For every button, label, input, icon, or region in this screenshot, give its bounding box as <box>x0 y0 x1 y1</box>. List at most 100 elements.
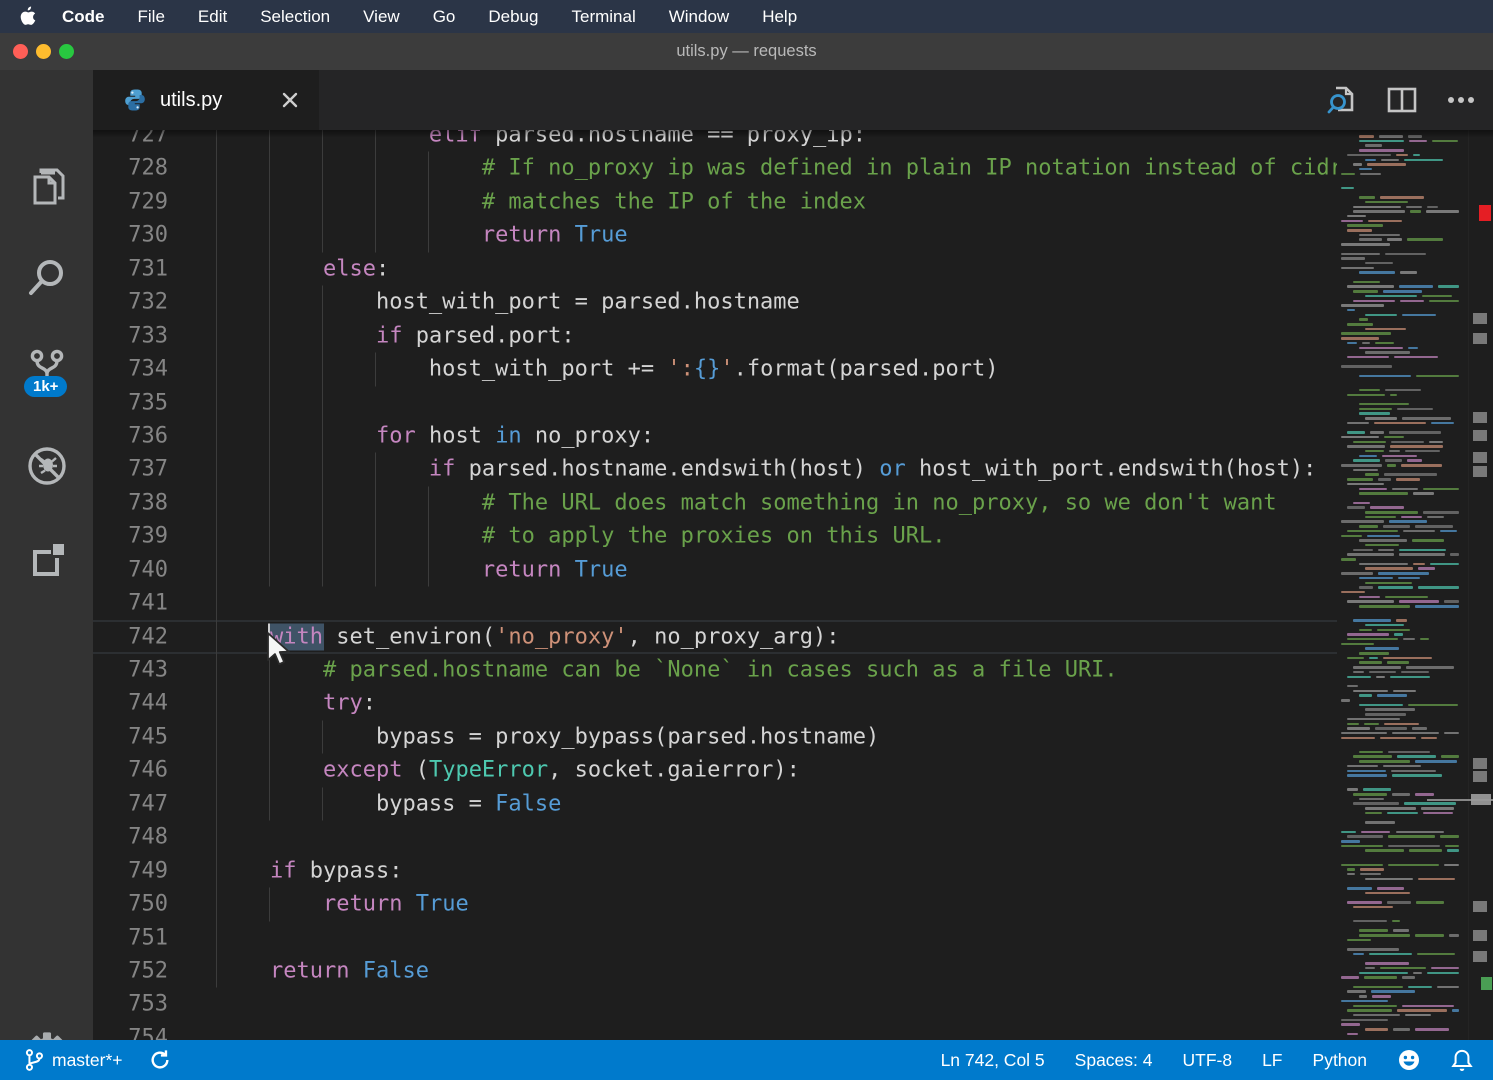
menu-item-debug[interactable]: Debug <box>488 7 538 27</box>
line-number: 742 <box>93 620 216 653</box>
feedback-button[interactable] <box>1397 1048 1421 1072</box>
text-cursor <box>268 623 271 650</box>
close-window-button[interactable] <box>13 44 28 59</box>
code-line-740[interactable]: 740 return True <box>93 553 1337 586</box>
line-content <box>216 1021 1337 1040</box>
language-mode-status[interactable]: Python <box>1313 1050 1367 1071</box>
code-line-741[interactable]: 741 <box>93 587 1337 620</box>
ruler-marker-error <box>1479 205 1491 221</box>
ruler-marker-gray <box>1473 430 1487 441</box>
menu-item-file[interactable]: File <box>138 7 165 27</box>
ruler-marker-gray <box>1473 771 1487 782</box>
ruler-marker-green <box>1481 977 1492 990</box>
code-line-746[interactable]: 746 except (TypeError, socket.gaierror): <box>93 754 1337 787</box>
editor-actions <box>1327 70 1475 130</box>
sidebar-item-debug[interactable] <box>0 444 93 493</box>
tab-utils-py[interactable]: utils.py <box>93 70 319 130</box>
cursor-position-status[interactable]: Ln 742, Col 5 <box>941 1050 1045 1071</box>
line-number: 746 <box>93 754 216 787</box>
code-editor[interactable]: 727 elif parsed.hostname == proxy_ip:728… <box>93 130 1493 1040</box>
menu-item-go[interactable]: Go <box>433 7 456 27</box>
menu-item-view[interactable]: View <box>363 7 400 27</box>
code-line-752[interactable]: 752 return False <box>93 954 1337 987</box>
code-line-727[interactable]: 727 elif parsed.hostname == proxy_ip: <box>93 130 1337 152</box>
more-actions-icon[interactable] <box>1447 96 1475 104</box>
minimize-window-button[interactable] <box>36 44 51 59</box>
code-line-748[interactable]: 748 <box>93 821 1337 854</box>
line-content: with set_environ('no_proxy', no_proxy_ar… <box>216 620 1337 653</box>
code-line-747[interactable]: 747 bypass = False <box>93 787 1337 820</box>
branch-name: master*+ <box>52 1050 123 1071</box>
code-line-743[interactable]: 743 # parsed.hostname can be `None` in c… <box>93 654 1337 687</box>
apple-menu-icon[interactable] <box>18 6 36 27</box>
minimap-cursor-line <box>1427 799 1493 801</box>
sidebar-item-search[interactable] <box>0 256 93 303</box>
line-number: 751 <box>93 921 216 954</box>
line-content: return True <box>216 219 1337 252</box>
code-line-754[interactable]: 754 <box>93 1021 1337 1040</box>
code-line-750[interactable]: 750 return True <box>93 888 1337 921</box>
line-content <box>216 921 1337 954</box>
menu-item-window[interactable]: Window <box>669 7 729 27</box>
code-line-745[interactable]: 745 bypass = proxy_bypass(parsed.hostnam… <box>93 720 1337 753</box>
sidebar-item-explorer[interactable] <box>0 166 93 213</box>
notifications-button[interactable] <box>1451 1048 1473 1072</box>
ruler-marker-gray <box>1473 951 1487 962</box>
code-line-742[interactable]: 742 with set_environ('no_proxy', no_prox… <box>93 620 1337 653</box>
activity-bar: 1k+ <box>0 70 93 1040</box>
file-search-icon[interactable] <box>1327 84 1357 116</box>
line-content: # The URL does match something in no_pro… <box>216 486 1337 519</box>
ruler-marker-gray <box>1473 758 1487 769</box>
code-line-737[interactable]: 737 if parsed.hostname.endswith(host) or… <box>93 453 1337 486</box>
code-line-751[interactable]: 751 <box>93 921 1337 954</box>
code-line-729[interactable]: 729 # matches the IP of the index <box>93 185 1337 218</box>
menu-item-code[interactable]: Code <box>62 7 105 27</box>
menu-item-help[interactable]: Help <box>762 7 797 27</box>
split-editor-icon[interactable] <box>1387 87 1417 113</box>
sidebar-item-extensions[interactable] <box>0 536 93 585</box>
ruler-marker-gray <box>1473 412 1487 423</box>
search-icon <box>26 256 68 303</box>
code-line-731[interactable]: 731 else: <box>93 252 1337 285</box>
sidebar-item-source-control[interactable]: 1k+ <box>0 348 93 393</box>
line-content: bypass = proxy_bypass(parsed.hostname) <box>216 720 1337 753</box>
code-line-730[interactable]: 730 return True <box>93 219 1337 252</box>
overview-ruler[interactable] <box>1468 130 1493 1040</box>
line-content: if parsed.hostname.endswith(host) or hos… <box>216 453 1337 486</box>
git-branch-status[interactable]: master*+ <box>24 1048 123 1072</box>
line-content: try: <box>216 687 1337 720</box>
minimap[interactable] <box>1337 130 1468 1040</box>
line-content: else: <box>216 252 1337 285</box>
code-line-735[interactable]: 735 <box>93 386 1337 419</box>
line-number: 752 <box>93 954 216 987</box>
menu-item-edit[interactable]: Edit <box>198 7 227 27</box>
sync-button[interactable] <box>149 1049 171 1071</box>
code-line-738[interactable]: 738 # The URL does match something in no… <box>93 486 1337 519</box>
line-content: return True <box>216 888 1337 921</box>
code-line-728[interactable]: 728 # If no_proxy ip was defined in plai… <box>93 152 1337 185</box>
line-number: 731 <box>93 252 216 285</box>
tab-label: utils.py <box>160 89 268 112</box>
code-line-734[interactable]: 734 host_with_port += ':{}'.format(parse… <box>93 353 1337 386</box>
maximize-window-button[interactable] <box>59 44 74 59</box>
code-line-732[interactable]: 732 host_with_port = parsed.hostname <box>93 286 1337 319</box>
line-content: # to apply the proxies on this URL. <box>216 520 1337 553</box>
menu-item-selection[interactable]: Selection <box>260 7 330 27</box>
line-content: # parsed.hostname can be `None` in cases… <box>216 654 1337 687</box>
line-number: 727 <box>93 130 216 152</box>
code-pane[interactable]: 727 elif parsed.hostname == proxy_ip:728… <box>93 130 1337 1040</box>
code-line-733[interactable]: 733 if parsed.port: <box>93 319 1337 352</box>
code-line-744[interactable]: 744 try: <box>93 687 1337 720</box>
close-icon[interactable] <box>281 91 299 109</box>
code-line-749[interactable]: 749 if bypass: <box>93 854 1337 887</box>
code-line-739[interactable]: 739 # to apply the proxies on this URL. <box>93 520 1337 553</box>
menu-items: Code File Edit Selection View Go Debug Terminal… <box>62 7 830 27</box>
code-line-753[interactable]: 753 <box>93 988 1337 1021</box>
encoding-status[interactable]: UTF-8 <box>1183 1050 1233 1071</box>
menu-item-terminal[interactable]: Terminal <box>571 7 635 27</box>
eol-status[interactable]: LF <box>1262 1050 1282 1071</box>
bell-icon <box>1451 1048 1473 1072</box>
code-line-736[interactable]: 736 for host in no_proxy: <box>93 419 1337 452</box>
indentation-status[interactable]: Spaces: 4 <box>1075 1050 1153 1071</box>
status-bar: master*+ Ln 742, Col 5 Spaces: 4 UTF-8 L… <box>0 1040 1493 1080</box>
